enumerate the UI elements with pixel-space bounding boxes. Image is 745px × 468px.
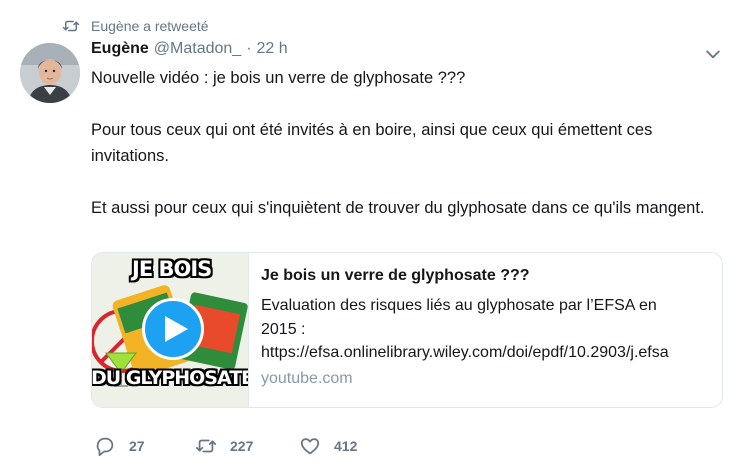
card-description-line: 2015 :: [261, 320, 306, 338]
card-description-line: Evaluation des risques liés au glyphosat…: [261, 297, 657, 314]
retweet-count: 227: [230, 438, 254, 454]
thumbnail-top-caption: JE BOIS: [132, 257, 212, 281]
tweet-text-paragraph: Nouvelle vidéo : je bois un verre de gly…: [91, 69, 466, 87]
tweet-timestamp[interactable]: 22 h: [257, 40, 288, 58]
heart-icon: [300, 438, 320, 455]
avatar[interactable]: [20, 43, 80, 103]
like-button[interactable]: 412: [299, 435, 399, 457]
tweet-text-paragraph: Et aussi pour ceux qui s'inquiètent de t…: [91, 199, 705, 217]
tweet-actions: 27 227 412: [94, 434, 399, 458]
tweet-header: Eugène @Matadon_ · 22 h: [91, 40, 288, 64]
tweet-text: Nouvelle vidéo : je bois un verre de gly…: [91, 65, 721, 221]
retweet-icon: [62, 17, 80, 35]
retweet-banner: Eugène a retweeté: [62, 15, 209, 37]
card-body[interactable]: Je bois un verre de glyphosate ??? Evalu…: [249, 253, 722, 407]
card-title[interactable]: Je bois un verre de glyphosate ???: [261, 265, 710, 287]
author-name[interactable]: Eugène: [91, 40, 149, 58]
chevron-down-icon[interactable]: [703, 44, 723, 64]
author-handle[interactable]: @Matadon_: [154, 40, 241, 58]
card-thumbnail[interactable]: JE BOIS DU GLYPHOSATE ??: [92, 253, 249, 407]
retweet-banner-text[interactable]: Eugène a retweeté: [91, 18, 209, 34]
play-icon[interactable]: [142, 298, 204, 360]
separator-dot: ·: [246, 40, 252, 57]
thumbnail-bottom-caption: DU GLYPHOSATE ??: [92, 367, 249, 389]
tweet-text-paragraph: Pour tous ceux qui ont été invités à en …: [91, 121, 653, 165]
card-description-url: https://efsa.onlinelibrary.wiley.com/doi…: [261, 344, 669, 361]
reply-button[interactable]: 27: [94, 435, 195, 457]
link-card[interactable]: JE BOIS DU GLYPHOSATE ?? Je bois un verr…: [91, 252, 723, 408]
retweet-button[interactable]: 227: [195, 435, 299, 457]
retweet-icon: [195, 439, 217, 453]
reply-count: 27: [129, 438, 145, 454]
card-domain: youtube.com: [261, 369, 353, 387]
card-description: Evaluation des risques liés au glyphosat…: [261, 294, 711, 365]
reply-icon: [96, 437, 114, 457]
like-count: 412: [334, 438, 358, 454]
